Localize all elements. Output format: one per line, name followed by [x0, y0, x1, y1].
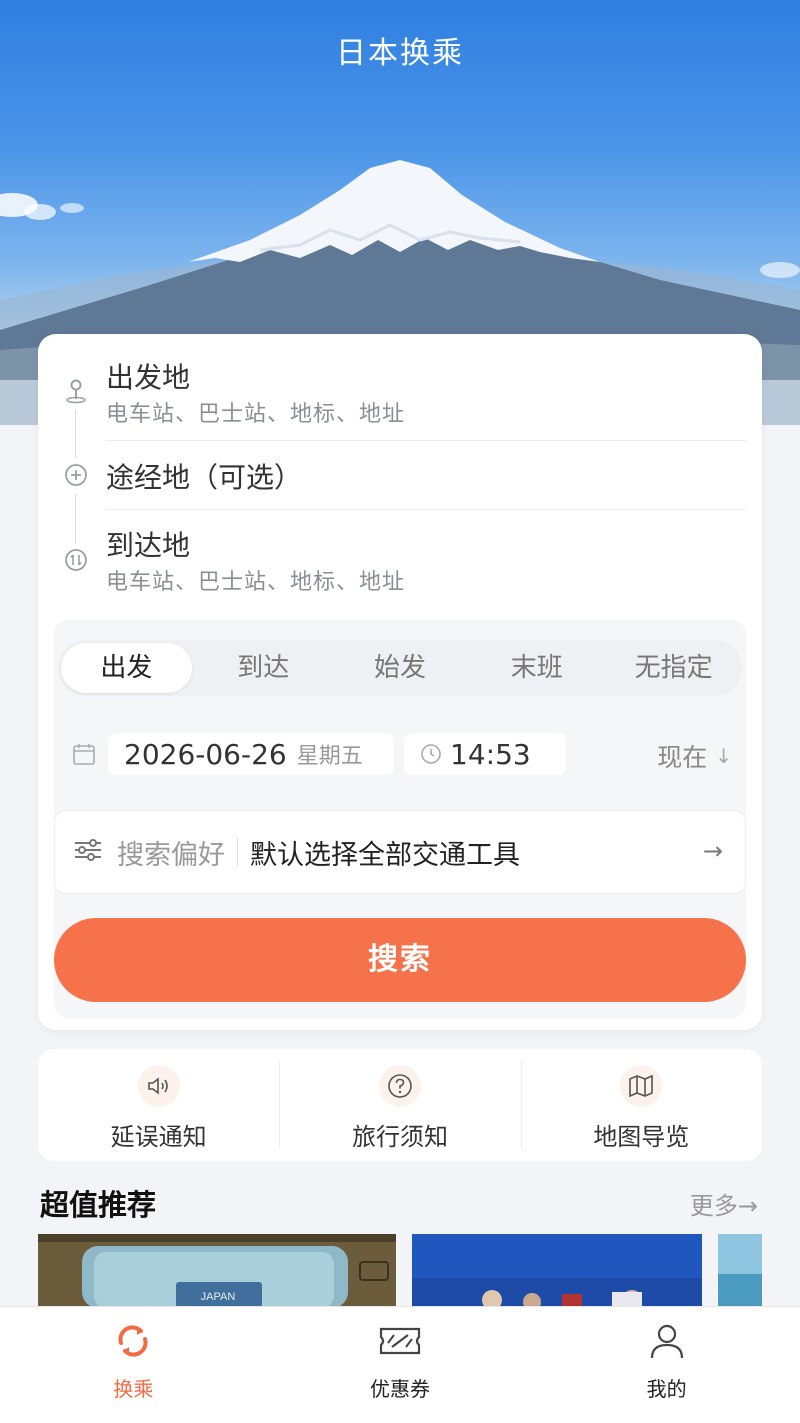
datetime-row: 2026-06-26 星期五 14:53 现在 ↓ [54, 712, 746, 796]
more-link[interactable]: 更多→ [690, 1186, 758, 1221]
mode-unspecified[interactable]: 无指定 [608, 643, 739, 693]
date-value: 2026-06-26 [124, 737, 287, 771]
destination-field[interactable]: 到达地 [106, 524, 190, 564]
origin-placeholder[interactable]: 电车站、巴士站、地标、地址 [106, 396, 405, 428]
route-line [75, 494, 76, 544]
map-guide-link[interactable]: 地图导览 [520, 1049, 762, 1161]
search-preference-row[interactable]: 搜索偏好 默认选择全部交通工具 → [54, 810, 746, 894]
tab-profile-label: 我的 [646, 1377, 687, 1401]
recommend-card-2[interactable] [412, 1234, 702, 1308]
origin-pin-icon [64, 379, 88, 404]
tab-coupons[interactable]: 优惠券 [267, 1307, 534, 1423]
divider [106, 440, 746, 441]
recommend-card-1[interactable]: JAPAN [38, 1234, 396, 1308]
travel-notice-label: 旅行须知 [351, 1123, 448, 1151]
route-line [75, 410, 76, 458]
clock-icon [420, 743, 442, 765]
travel-notice-link[interactable]: 旅行须知 [279, 1049, 520, 1161]
transfer-icon [113, 1321, 153, 1365]
route-search-card: 出发地 电车站、巴士站、地标、地址 途经地（可选） 到达地 电车站、巴士站、地标… [38, 334, 762, 1030]
japan-thumb-text: JAPAN [201, 1291, 236, 1303]
mode-segmented-control: 出发 到达 始发 末班 无指定 [58, 640, 742, 696]
tab-profile[interactable]: 我的 [533, 1307, 800, 1423]
quick-links: 延误通知 旅行须知 地图导览 [38, 1049, 762, 1161]
separator [237, 838, 238, 866]
divider [106, 509, 746, 510]
search-button[interactable]: 搜索 [54, 918, 746, 1002]
now-button[interactable]: 现在 ↓ [657, 738, 732, 774]
tab-transfer-label: 换乘 [113, 1377, 154, 1401]
app-title: 日本换乘 [336, 36, 464, 71]
question-icon [378, 1065, 421, 1107]
recommend-title: 超值推荐 [40, 1188, 157, 1222]
mode-first-train[interactable]: 始发 [335, 643, 466, 693]
time-picker[interactable]: 14:53 [404, 733, 566, 775]
now-label: 现在 [657, 743, 708, 772]
mode-arrive[interactable]: 到达 [198, 643, 329, 693]
tab-coupons-label: 优惠券 [370, 1377, 430, 1401]
sea-image [718, 1234, 762, 1308]
mode-last-train[interactable]: 末班 [471, 643, 602, 693]
origin-field[interactable]: 出发地 [106, 356, 190, 396]
options-panel: 出发 到达 始发 末班 无指定 2026-06-26 星期五 14:53 现在 … [54, 620, 746, 1018]
preference-label: 搜索偏好 [117, 839, 225, 871]
via-field[interactable]: 途经地（可选） [106, 456, 302, 496]
swap-icon[interactable] [64, 548, 88, 572]
preference-value: 默认选择全部交通工具 [250, 839, 520, 871]
user-icon [647, 1321, 687, 1365]
calendar-icon [72, 742, 96, 770]
sliders-icon [73, 838, 103, 866]
mode-depart[interactable]: 出发 [61, 643, 192, 693]
map-icon [620, 1065, 663, 1107]
delay-notice-link[interactable]: 延误通知 [38, 1049, 279, 1161]
arrow-down-icon: ↓ [715, 744, 732, 768]
time-value: 14:53 [450, 737, 531, 771]
weekday-value: 星期五 [296, 744, 363, 769]
sports-image [412, 1234, 702, 1308]
destination-placeholder[interactable]: 电车站、巴士站、地标、地址 [106, 564, 405, 596]
arrow-right-icon: → [702, 837, 723, 865]
tab-transfer[interactable]: 换乘 [0, 1307, 267, 1423]
speaker-icon [137, 1065, 180, 1107]
train-window-image: JAPAN [38, 1234, 396, 1308]
coupon-icon [378, 1321, 422, 1365]
recommend-card-3[interactable] [718, 1234, 762, 1308]
map-guide-label: 地图导览 [593, 1123, 690, 1151]
delay-notice-label: 延误通知 [110, 1123, 207, 1151]
add-circle-icon[interactable] [64, 463, 88, 487]
date-picker[interactable]: 2026-06-26 星期五 [108, 733, 394, 775]
bottom-tab-bar: 换乘 优惠券 我的 [0, 1306, 800, 1423]
